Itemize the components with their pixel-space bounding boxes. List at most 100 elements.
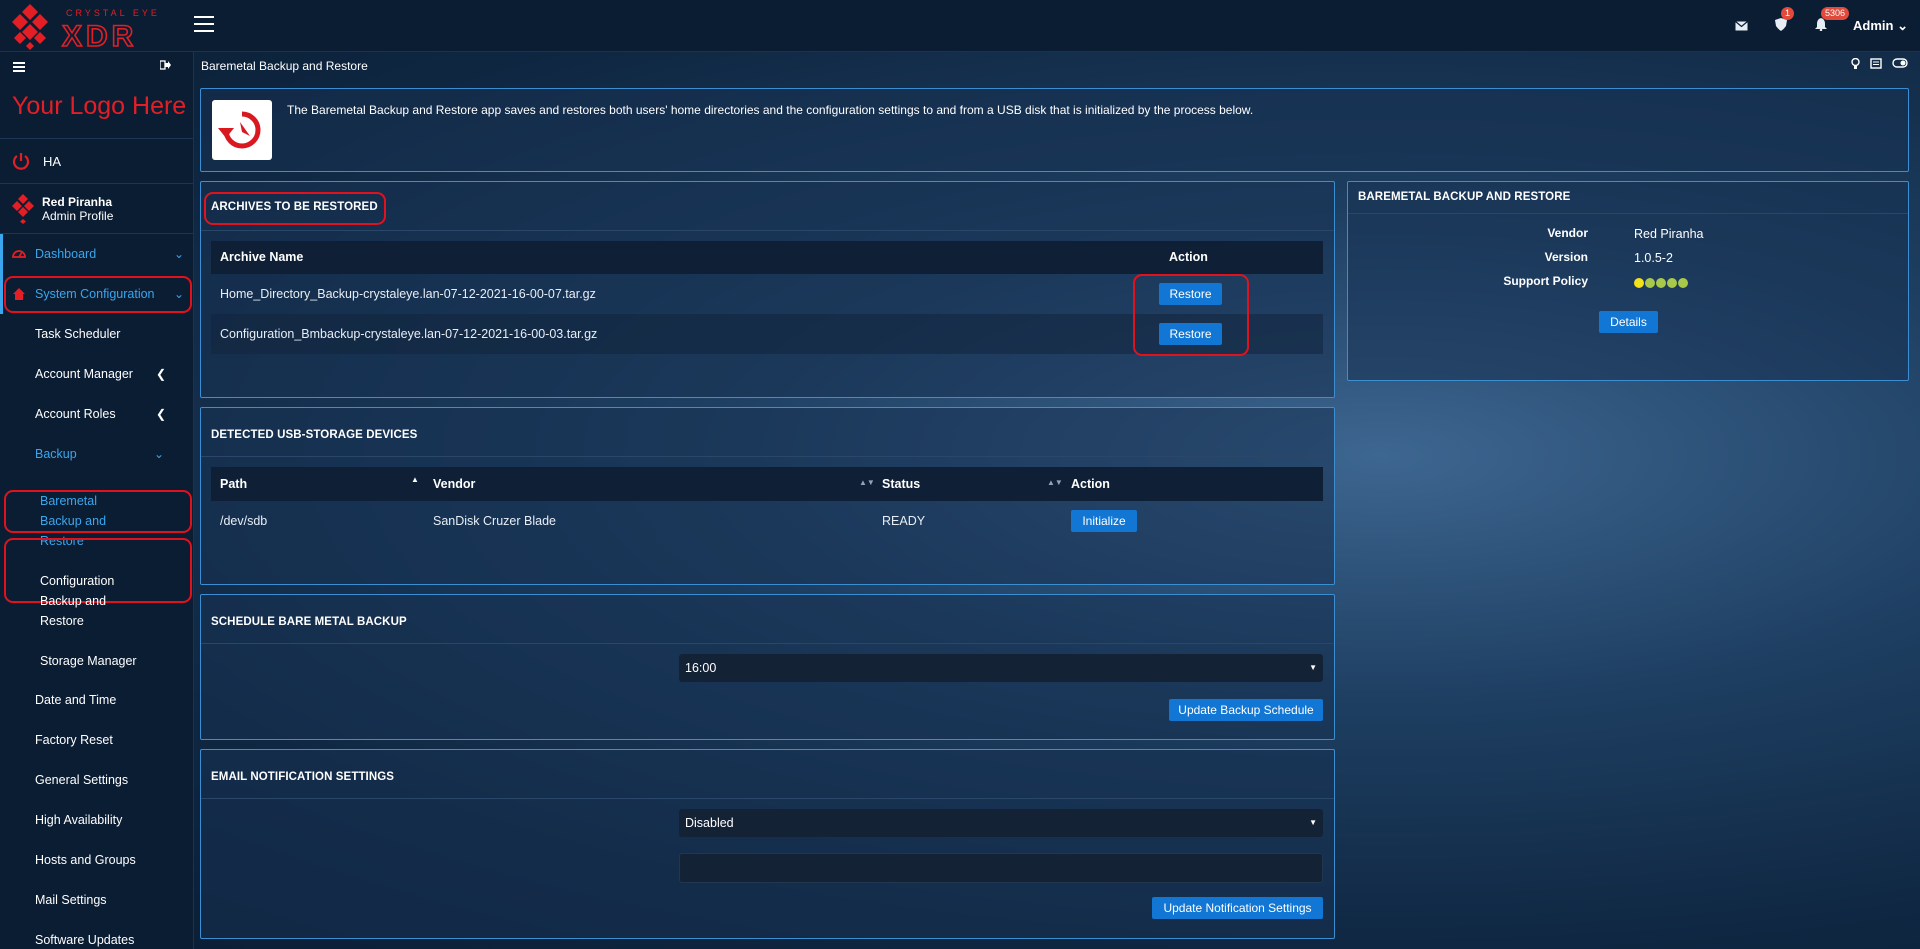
col-path[interactable]: Path xyxy=(220,477,247,491)
sort-icon[interactable]: ▲▼ xyxy=(1047,478,1063,487)
mail-settings-label: Mail Settings xyxy=(35,893,107,907)
account-manager-label: Account Manager xyxy=(35,367,133,381)
version-value: 1.0.5-2 xyxy=(1634,251,1673,265)
restore-icon xyxy=(218,111,261,149)
caret-down-icon: ▼ xyxy=(1309,663,1317,672)
details-button[interactable]: Details xyxy=(1599,311,1658,333)
divider xyxy=(201,798,1334,799)
general-settings-label: General Settings xyxy=(35,773,129,787)
restore-button[interactable]: Restore xyxy=(1159,283,1222,305)
main-menu-toggle[interactable] xyxy=(194,16,214,34)
sidebar-item-storage-manager[interactable]: Storage Manager xyxy=(40,651,180,671)
divider xyxy=(1348,213,1908,214)
profile-name: Red Piranha xyxy=(42,194,113,209)
configuration-label-line2: Backup and xyxy=(40,594,107,608)
table-row: Home_Directory_Backup-crystaleye.lan-07-… xyxy=(211,274,1323,314)
backup-schedule-select[interactable]: 16:00 ▼ xyxy=(679,654,1323,682)
logout-icon[interactable] xyxy=(159,60,171,73)
svg-text:CRYSTAL EYE: CRYSTAL EYE xyxy=(66,8,160,18)
storage-manager-label: Storage Manager xyxy=(40,654,137,668)
update-backup-schedule-button[interactable]: Update Backup Schedule xyxy=(1169,699,1323,721)
bell-badge: 5306 xyxy=(1821,7,1850,20)
sidebar-item-dashboard[interactable]: Dashboard ⌄ xyxy=(0,234,193,274)
user-menu[interactable]: Admin ⌄ xyxy=(1853,18,1908,34)
envelope-icon[interactable] xyxy=(1721,18,1761,34)
app-info-panel: BAREMETAL BACKUP AND RESTORE Vendor Red … xyxy=(1347,181,1909,381)
avatar xyxy=(12,193,34,224)
sidebar-item-software-updates[interactable]: Software Updates xyxy=(0,920,193,949)
email-input[interactable] xyxy=(679,853,1323,883)
sidebar-item-mail-settings[interactable]: Mail Settings xyxy=(0,880,193,920)
sidebar-item-ha[interactable]: HA xyxy=(0,138,193,184)
sidebar-item-configuration-backup-restore[interactable]: Configuration Backup and Restore xyxy=(40,571,180,631)
usb-table-header: Path ▲ Vendor ▲▼ Status ▲▼ Action xyxy=(211,467,1323,501)
support-dot xyxy=(1678,277,1688,288)
crystal-eye-xdr-logo[interactable]: CRYSTAL EYE XDR xyxy=(8,2,192,50)
sort-icon[interactable]: ▲▼ xyxy=(859,478,875,487)
sidebar-item-backup[interactable]: Backup ⌄ xyxy=(0,434,193,474)
restore-button[interactable]: Restore xyxy=(1159,323,1222,345)
chevron-down-icon: ⌄ xyxy=(173,247,184,261)
update-notification-settings-button[interactable]: Update Notification Settings xyxy=(1152,897,1323,919)
toggle-icon[interactable] xyxy=(1892,58,1908,68)
table-row: Configuration_Bmbackup-crystaleye.lan-07… xyxy=(211,314,1323,354)
sidebar: Your Logo Here HA Red Piranha Admin Prof… xyxy=(0,52,194,949)
lightbulb-icon[interactable] xyxy=(1851,58,1860,70)
chevron-down-icon: ⌄ xyxy=(173,287,184,301)
shield-icon[interactable]: 1 xyxy=(1761,7,1801,34)
schedule-panel: SCHEDULE BARE METAL BACKUP Backup Schedu… xyxy=(200,594,1335,740)
archive-name: Home_Directory_Backup-crystaleye.lan-07-… xyxy=(220,287,596,301)
top-icons: 1 5306 Admin ⌄ xyxy=(1721,0,1908,52)
col-vendor[interactable]: Vendor xyxy=(433,477,475,491)
sort-asc-icon[interactable]: ▲ xyxy=(411,475,419,484)
support-policy-label: Support Policy xyxy=(1503,274,1588,288)
dashboard-icon xyxy=(12,250,26,258)
support-dot xyxy=(1667,277,1677,288)
profile-card[interactable]: Red Piranha Admin Profile xyxy=(0,184,193,234)
sidebar-item-date-time[interactable]: Date and Time xyxy=(0,680,193,720)
user-menu-label: Admin xyxy=(1853,18,1894,33)
divider xyxy=(201,230,1334,231)
bell-icon[interactable]: 5306 xyxy=(1801,7,1850,34)
home-icon xyxy=(13,288,25,300)
system-configuration-label: System Configuration xyxy=(35,287,155,301)
vendor-value: Red Piranha xyxy=(1634,227,1704,241)
sidebar-item-high-availability[interactable]: High Availability xyxy=(0,800,193,840)
top-bar: CRYSTAL EYE XDR 1 5306 Admin ⌄ xyxy=(0,0,1920,52)
device-vendor: SanDisk Cruzer Blade xyxy=(433,514,556,528)
sidebar-item-system-configuration[interactable]: System Configuration ⌄ xyxy=(0,274,193,314)
book-icon[interactable] xyxy=(1870,58,1882,69)
sidebar-item-task-scheduler[interactable]: Task Scheduler xyxy=(0,314,193,354)
initialize-button[interactable]: Initialize xyxy=(1071,510,1137,532)
caret-down-icon: ▼ xyxy=(1309,818,1317,827)
support-dot xyxy=(1634,277,1644,288)
table-row: /dev/sdb SanDisk Cruzer Blade READY Init… xyxy=(211,501,1323,541)
shield-badge: 1 xyxy=(1781,7,1795,20)
sidebar-toggle[interactable] xyxy=(13,62,25,74)
profile-role: Admin Profile xyxy=(42,208,114,223)
baremetal-label-line1: Baremetal xyxy=(40,494,97,508)
dashboard-label: Dashboard xyxy=(35,247,97,261)
archives-title: ARCHIVES TO BE RESTORED xyxy=(211,201,378,213)
intro-text: The Baremetal Backup and Restore app sav… xyxy=(287,103,1254,117)
col-status[interactable]: Status xyxy=(882,477,920,491)
info-title: BAREMETAL BACKUP AND RESTORE xyxy=(1358,191,1571,203)
support-dot xyxy=(1645,277,1655,288)
chevron-left-icon: ❮ xyxy=(155,407,166,421)
sidebar-item-baremetal-backup-restore[interactable]: Baremetal Backup and Restore xyxy=(40,491,180,551)
sidebar-item-hosts-groups[interactable]: Hosts and Groups xyxy=(0,840,193,880)
sidebar-item-account-manager[interactable]: Account Manager ❮ xyxy=(0,354,193,394)
sidebar-item-account-roles[interactable]: Account Roles ❮ xyxy=(0,394,193,434)
col-action: Action xyxy=(1169,250,1208,264)
email-title: EMAIL NOTIFICATION SETTINGS xyxy=(211,771,395,783)
notification-level-select[interactable]: Disabled ▼ xyxy=(679,809,1323,837)
divider xyxy=(201,456,1334,457)
vendor-label: Vendor xyxy=(1547,226,1588,240)
schedule-title: SCHEDULE BARE METAL BACKUP xyxy=(211,616,407,628)
sidebar-item-factory-reset[interactable]: Factory Reset xyxy=(0,720,193,760)
email-notification-panel: EMAIL NOTIFICATION SETTINGS Notification… xyxy=(200,749,1335,939)
hosts-groups-label: Hosts and Groups xyxy=(35,853,136,867)
breadcrumb: Baremetal Backup and Restore xyxy=(201,59,368,73)
usb-title: DETECTED USB-STORAGE DEVICES xyxy=(211,429,418,441)
sidebar-item-general-settings[interactable]: General Settings xyxy=(0,760,193,800)
